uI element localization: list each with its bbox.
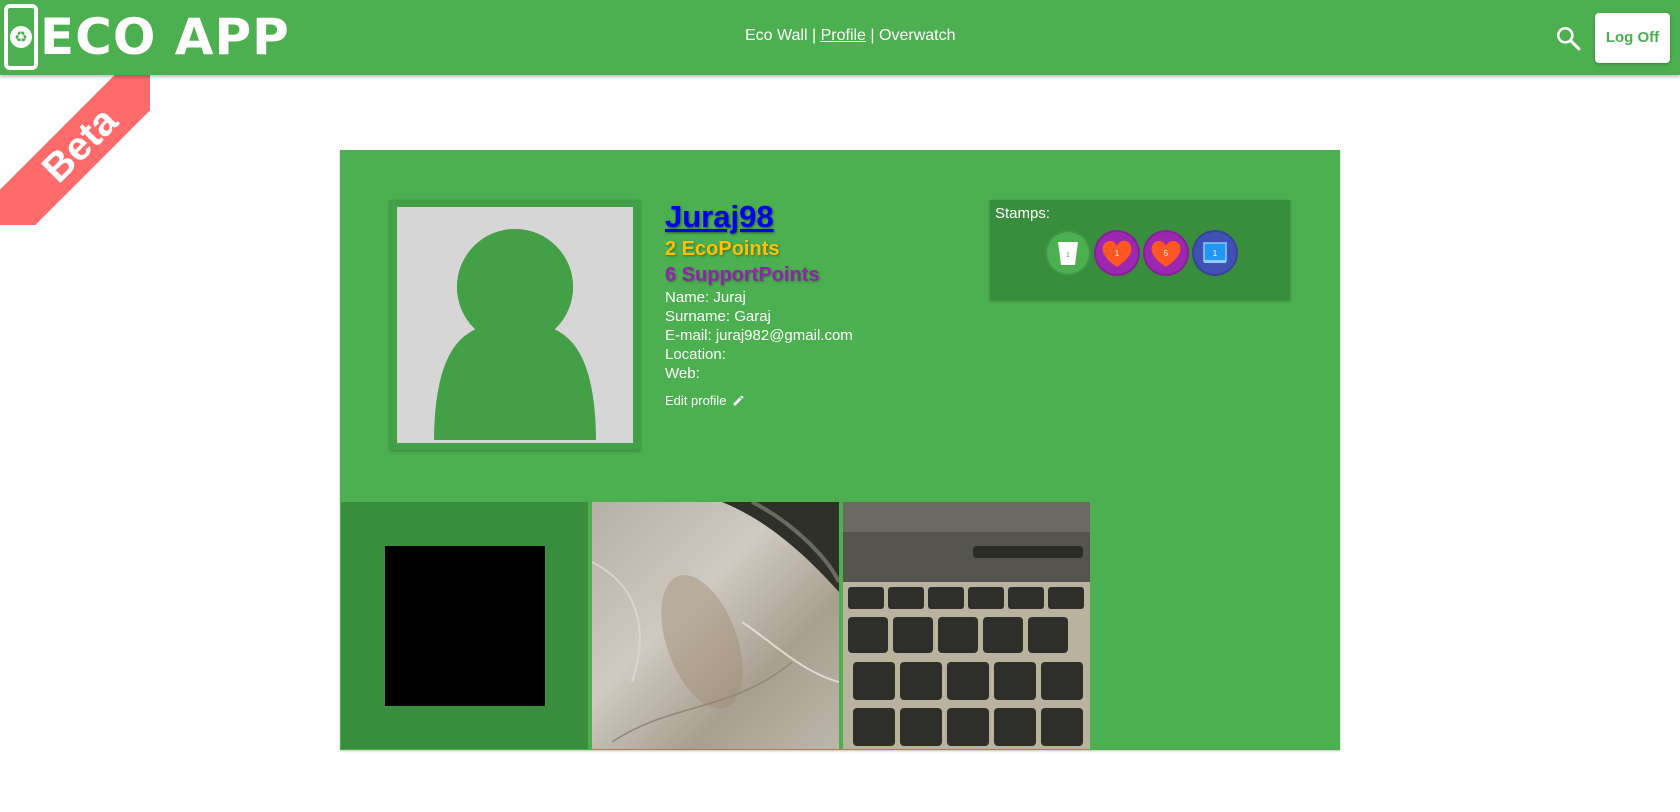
surname-field: Surname: Garaj bbox=[665, 308, 771, 325]
logoff-button[interactable]: Log Off bbox=[1595, 13, 1670, 63]
photo-keyboard bbox=[843, 502, 1090, 749]
photo-placeholder bbox=[385, 546, 545, 706]
profile-info: Juraj98 2 EcoPoints 6 SupportPoints Name… bbox=[665, 198, 853, 408]
stamp-heart[interactable]: 5 bbox=[1143, 230, 1189, 276]
nav-eco-wall[interactable]: Eco Wall bbox=[745, 27, 808, 44]
web-field: Web: bbox=[665, 365, 700, 382]
avatar bbox=[390, 200, 640, 450]
heart-icon: 1 bbox=[1102, 240, 1132, 267]
stamp-count: 1 bbox=[1066, 252, 1070, 259]
ecopoints: 2 EcoPoints bbox=[665, 238, 780, 260]
name-field: Name: Juraj bbox=[665, 289, 746, 306]
stamp-monitor[interactable]: 1 bbox=[1192, 230, 1238, 276]
nav-separator: | bbox=[811, 27, 817, 44]
stamp-cup[interactable]: 1 bbox=[1045, 230, 1091, 276]
stamp-count: 1 bbox=[1115, 249, 1120, 258]
edit-profile-button[interactable]: Edit profile bbox=[665, 393, 853, 408]
photo-tile[interactable] bbox=[843, 502, 1090, 749]
stamps-panel: Stamps: 1 1 5 1 bbox=[990, 200, 1290, 300]
nav-overwatch[interactable]: Overwatch bbox=[879, 27, 955, 44]
top-bar: ♻ ECO APP Eco Wall | Profile | Overwatch… bbox=[0, 0, 1680, 75]
cup-icon: 1 bbox=[1058, 242, 1078, 265]
username-link[interactable]: Juraj98 bbox=[665, 198, 853, 236]
profile-card: Juraj98 2 EcoPoints 6 SupportPoints Name… bbox=[340, 150, 1340, 750]
email-field: E-mail: juraj982@gmail.com bbox=[665, 327, 853, 344]
monitor-icon: 1 bbox=[1203, 242, 1227, 263]
default-user-icon bbox=[397, 207, 633, 443]
nav-profile[interactable]: Profile bbox=[821, 27, 866, 44]
supportpoints: 6 SupportPoints bbox=[665, 264, 820, 286]
nav-separator: | bbox=[870, 27, 875, 44]
app-logo[interactable]: ♻ ECO APP bbox=[4, 4, 290, 70]
stamp-count: 5 bbox=[1164, 249, 1169, 258]
main-nav: Eco Wall | Profile | Overwatch bbox=[745, 27, 955, 45]
beta-ribbon: Beta bbox=[0, 75, 150, 225]
beta-label: Beta bbox=[0, 75, 150, 225]
stamp-count: 1 bbox=[1213, 249, 1218, 258]
pencil-icon bbox=[734, 395, 744, 406]
stamp-heart[interactable]: 1 bbox=[1094, 230, 1140, 276]
app-name: ECO APP bbox=[40, 8, 290, 66]
photo-tile[interactable] bbox=[341, 502, 588, 749]
location-field: Location: bbox=[665, 346, 726, 363]
photo-grid bbox=[340, 502, 1090, 749]
phone-recycle-icon: ♻ bbox=[4, 4, 38, 70]
heart-icon: 5 bbox=[1151, 240, 1181, 267]
photo-floor bbox=[592, 502, 839, 743]
edit-profile-label: Edit profile bbox=[665, 393, 727, 408]
photo-tile[interactable] bbox=[592, 502, 839, 749]
stamps-title: Stamps: bbox=[995, 205, 1051, 222]
search-icon[interactable] bbox=[1555, 25, 1581, 51]
